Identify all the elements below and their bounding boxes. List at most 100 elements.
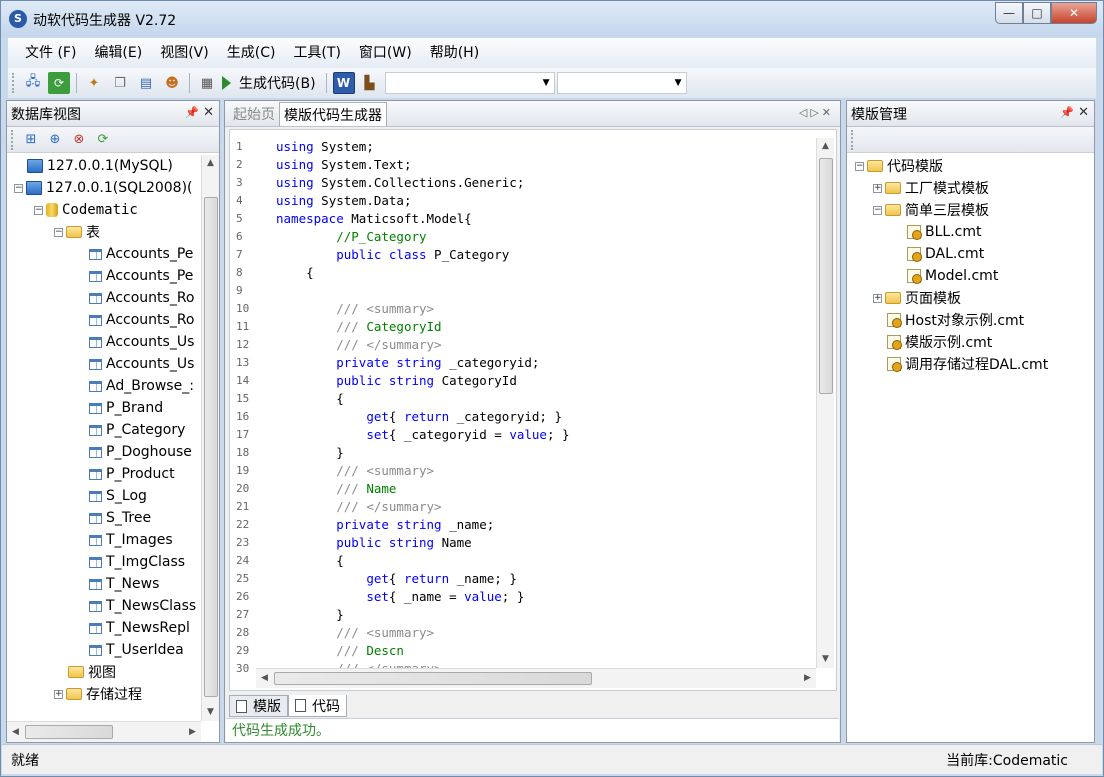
tree-node-table[interactable]: T_NewsClass bbox=[7, 595, 201, 617]
scroll-right-icon[interactable]: ▶ bbox=[799, 670, 816, 687]
tree-horizontal-scrollbar[interactable]: ◀ ▶ bbox=[7, 721, 201, 742]
tree-node-template-root[interactable]: − 代码模版 bbox=[847, 155, 1096, 177]
tree-node-server-sql2008[interactable]: − 127.0.0.1(SQL2008)( bbox=[7, 177, 201, 199]
tree-node-template-file[interactable]: Model.cmt bbox=[847, 265, 1096, 287]
tree-node-table[interactable]: P_Category bbox=[7, 419, 201, 441]
database-select[interactable]: ▼ bbox=[384, 72, 555, 94]
toolbar-grip[interactable] bbox=[11, 129, 15, 150]
scroll-up-icon[interactable]: ▲ bbox=[817, 138, 834, 155]
menu-help[interactable]: 帮助(H) bbox=[421, 38, 488, 68]
collapse-icon[interactable]: − bbox=[14, 183, 23, 193]
editor-vertical-scrollbar[interactable]: ▲ ▼ bbox=[816, 138, 834, 668]
tree-node-template-file[interactable]: Host对象示例.cmt bbox=[847, 309, 1096, 331]
document-icon[interactable]: ▤ bbox=[135, 72, 157, 94]
title-bar[interactable]: S 动软代码生成器 V2.72 — □ ✕ bbox=[1, 1, 1103, 37]
tree-node-template-folder[interactable]: + 页面模板 bbox=[847, 287, 1096, 309]
tree-node-template-file[interactable]: DAL.cmt bbox=[847, 243, 1096, 265]
tree-node-tables-folder[interactable]: − 表 bbox=[7, 221, 201, 243]
tree-node-table[interactable]: Accounts_Pe bbox=[7, 243, 201, 265]
menu-window[interactable]: 窗口(W) bbox=[350, 38, 421, 68]
wizard-icon[interactable]: ✦ bbox=[83, 72, 105, 94]
tab-template[interactable]: 模版 bbox=[229, 695, 288, 717]
users-icon[interactable]: ☻ bbox=[161, 72, 183, 94]
tree-node-table[interactable]: T_News bbox=[7, 573, 201, 595]
scrollbar-thumb[interactable] bbox=[274, 672, 592, 685]
expand-icon[interactable]: + bbox=[873, 183, 882, 193]
tree-node-table[interactable]: Accounts_Ro bbox=[7, 287, 201, 309]
tree-node-table[interactable]: T_NewsRepl bbox=[7, 617, 201, 639]
tree-node-template-folder[interactable]: + 工厂模式模板 bbox=[847, 177, 1096, 199]
tree-node-database[interactable]: − Codematic bbox=[7, 199, 201, 221]
scroll-left-icon[interactable]: ◀ bbox=[7, 724, 24, 741]
scroll-right-icon[interactable]: ▶ bbox=[184, 724, 201, 741]
connect-server-icon[interactable]: 🖧 bbox=[22, 72, 44, 94]
collapse-icon[interactable]: − bbox=[855, 161, 864, 171]
collapse-icon[interactable]: − bbox=[873, 205, 882, 215]
tab-navigation-icons[interactable]: ◁▷✕ bbox=[799, 106, 834, 119]
tree-node-table[interactable]: T_Images bbox=[7, 529, 201, 551]
maximize-button[interactable]: □ bbox=[1023, 2, 1051, 24]
tree-node-table[interactable]: Accounts_Us bbox=[7, 353, 201, 375]
toolbar-grip[interactable] bbox=[12, 73, 16, 93]
menu-generate[interactable]: 生成(C) bbox=[218, 38, 285, 68]
expand-icon[interactable]: + bbox=[873, 293, 882, 303]
tree-node-table[interactable]: P_Product bbox=[7, 463, 201, 485]
tab-template-code-generator[interactable]: 模版代码生成器 bbox=[279, 102, 387, 126]
tree-vertical-scrollbar[interactable]: ▲ ▼ bbox=[201, 155, 219, 721]
tree-node-table[interactable]: T_ImgClass bbox=[7, 551, 201, 573]
scroll-down-icon[interactable]: ▼ bbox=[202, 704, 219, 721]
expand-icon[interactable]: + bbox=[54, 689, 63, 699]
tree-node-table[interactable]: S_Log bbox=[7, 485, 201, 507]
tree-node-template-file[interactable]: BLL.cmt bbox=[847, 221, 1096, 243]
tree-node-table[interactable]: S_Tree bbox=[7, 507, 201, 529]
tree-node-table[interactable]: Accounts_Pe bbox=[7, 265, 201, 287]
tree-node-table[interactable]: Accounts_Us bbox=[7, 331, 201, 353]
menu-view[interactable]: 视图(V) bbox=[151, 38, 218, 68]
building-icon[interactable]: ▙ bbox=[359, 72, 381, 94]
close-panel-icon[interactable]: ✕ bbox=[203, 105, 214, 120]
tree-node-template-file[interactable]: 调用存储过程DAL.cmt bbox=[847, 353, 1096, 375]
tree-node-table[interactable]: T_UserIdea bbox=[7, 639, 201, 661]
tree-node-label: P_Brand bbox=[106, 400, 164, 416]
pin-icon[interactable]: 📌 bbox=[1060, 106, 1074, 119]
refresh-tree-icon[interactable]: ⟳ bbox=[93, 130, 113, 150]
tree-node-template-file[interactable]: 模版示例.cmt bbox=[847, 331, 1096, 353]
tree-node-server-mysql[interactable]: 127.0.0.1(MySQL) bbox=[7, 155, 201, 177]
add-server-icon[interactable]: ⊞ bbox=[21, 130, 41, 150]
tree-node-procs-folder[interactable]: + 存储过程 bbox=[7, 683, 201, 705]
toolbar-grip[interactable] bbox=[851, 129, 855, 150]
minimize-button[interactable]: — bbox=[995, 2, 1023, 24]
tab-start-page[interactable]: 起始页 bbox=[229, 102, 279, 126]
scroll-down-icon[interactable]: ▼ bbox=[817, 651, 834, 668]
connect-icon[interactable]: ⊕ bbox=[45, 130, 65, 150]
scroll-up-icon[interactable]: ▲ bbox=[202, 155, 219, 172]
tree-node-table[interactable]: Ad_Browse_: bbox=[7, 375, 201, 397]
collapse-icon[interactable]: − bbox=[34, 205, 43, 215]
tree-node-table[interactable]: P_Brand bbox=[7, 397, 201, 419]
tree-node-table[interactable]: Accounts_Ro bbox=[7, 309, 201, 331]
code-editor[interactable]: 1 2 3 4 5 6 7 8 9 10 11 12 13 14 15 16 17 18 19 20 21 22 23 24 2… bbox=[229, 129, 837, 691]
tree-node-views-folder[interactable]: 视图 bbox=[7, 661, 201, 683]
editor-horizontal-scrollbar[interactable]: ◀ ▶ bbox=[256, 668, 816, 688]
disconnect-icon[interactable]: ⊗ bbox=[69, 130, 89, 150]
collapse-icon[interactable]: − bbox=[54, 227, 63, 237]
menu-edit[interactable]: 编辑(E) bbox=[85, 38, 151, 68]
generate-code-button[interactable]: 生成代码(B) bbox=[222, 73, 316, 93]
pin-icon[interactable]: 📌 bbox=[185, 106, 199, 119]
table-select[interactable]: ▼ bbox=[556, 72, 687, 94]
copy-icon[interactable]: ❐ bbox=[109, 72, 131, 94]
tab-code[interactable]: 代码 bbox=[288, 695, 347, 717]
refresh-icon[interactable]: ⟳ bbox=[48, 72, 70, 94]
scrollbar-thumb[interactable] bbox=[819, 158, 833, 394]
tree-node-template-folder[interactable]: − 简单三层模板 bbox=[847, 199, 1096, 221]
template-icon[interactable]: ▦ bbox=[196, 72, 218, 94]
menu-tools[interactable]: 工具(T) bbox=[284, 38, 349, 68]
close-button[interactable]: ✕ bbox=[1051, 2, 1097, 24]
scrollbar-thumb[interactable] bbox=[25, 725, 113, 739]
scroll-left-icon[interactable]: ◀ bbox=[256, 670, 273, 687]
tree-node-table[interactable]: P_Doghouse bbox=[7, 441, 201, 463]
word-icon[interactable]: W bbox=[332, 72, 355, 94]
close-panel-icon[interactable]: ✕ bbox=[1078, 105, 1089, 120]
scrollbar-thumb[interactable] bbox=[204, 197, 218, 697]
menu-file[interactable]: 文件 (F) bbox=[16, 38, 85, 68]
